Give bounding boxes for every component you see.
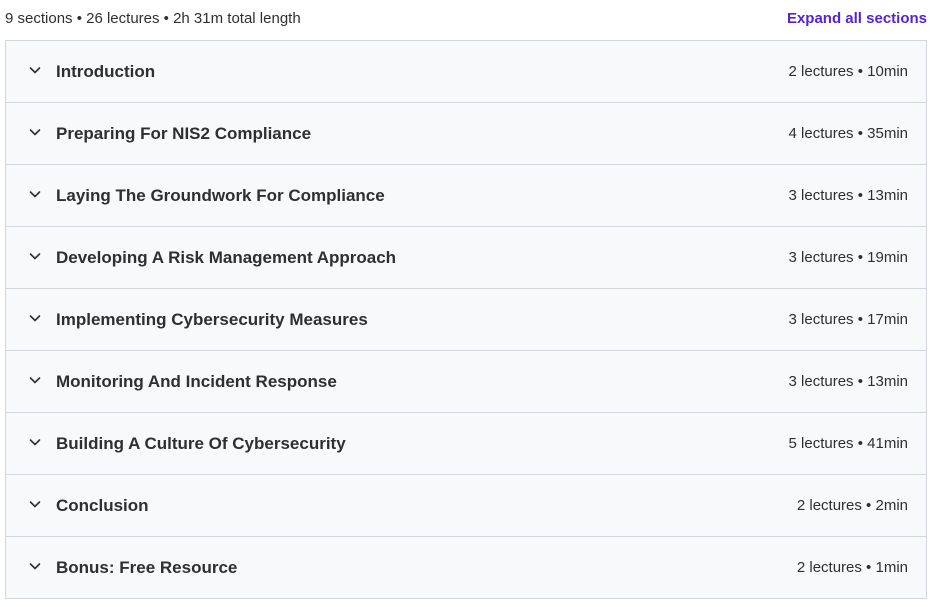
- course-summary: 9 sections • 26 lectures • 2h 31m total …: [5, 9, 301, 27]
- section-panel-culture-of-cybersecurity[interactable]: Building A Culture Of Cybersecurity 5 le…: [6, 413, 926, 475]
- chevron-down-icon: [28, 311, 42, 325]
- curriculum-header: 9 sections • 26 lectures • 2h 31m total …: [5, 0, 927, 36]
- section-meta: 3 lectures • 17min: [788, 311, 908, 328]
- section-title: Building A Culture Of Cybersecurity: [56, 433, 346, 453]
- section-panel-conclusion[interactable]: Conclusion 2 lectures • 2min: [6, 475, 926, 537]
- chevron-down-icon: [28, 559, 42, 573]
- section-meta: 2 lectures • 2min: [796, 497, 908, 514]
- section-title: Implementing Cybersecurity Measures: [56, 309, 368, 329]
- section-panel-introduction[interactable]: Introduction 2 lectures • 10min: [6, 41, 926, 103]
- curriculum-sections: Introduction 2 lectures • 10min Preparin…: [5, 40, 927, 599]
- section-meta: 4 lectures • 35min: [788, 125, 908, 142]
- chevron-down-icon: [28, 63, 42, 77]
- section-title: Bonus: Free Resource: [56, 557, 238, 577]
- section-panel-laying-the-groundwork[interactable]: Laying The Groundwork For Compliance 3 l…: [6, 165, 926, 227]
- section-title: Developing A Risk Management Approach: [56, 247, 397, 267]
- section-meta: 5 lectures • 41min: [788, 435, 908, 452]
- chevron-down-icon: [28, 187, 42, 201]
- chevron-down-icon: [28, 373, 42, 387]
- chevron-down-icon: [28, 249, 42, 263]
- expand-all-sections-button[interactable]: Expand all sections: [787, 10, 927, 27]
- section-meta: 3 lectures • 19min: [788, 249, 908, 266]
- chevron-down-icon: [28, 497, 42, 511]
- section-panel-preparing-for-nis2-compliance[interactable]: Preparing For NIS2 Compliance 4 lectures…: [6, 103, 926, 165]
- chevron-down-icon: [28, 435, 42, 449]
- section-title: Conclusion: [56, 495, 149, 515]
- section-panel-bonus-free-resource[interactable]: Bonus: Free Resource 2 lectures • 1min: [6, 537, 926, 598]
- section-panel-risk-management-approach[interactable]: Developing A Risk Management Approach 3 …: [6, 227, 926, 289]
- section-title: Introduction: [56, 61, 156, 81]
- section-panel-cybersecurity-measures[interactable]: Implementing Cybersecurity Measures 3 le…: [6, 289, 926, 351]
- section-title: Laying The Groundwork For Compliance: [56, 185, 385, 205]
- section-title: Monitoring And Incident Response: [56, 371, 337, 391]
- section-title: Preparing For NIS2 Compliance: [56, 123, 312, 143]
- section-meta: 3 lectures • 13min: [788, 373, 908, 390]
- chevron-down-icon: [28, 125, 42, 139]
- section-panel-monitoring-incident-response[interactable]: Monitoring And Incident Response 3 lectu…: [6, 351, 926, 413]
- section-meta: 2 lectures • 1min: [796, 559, 908, 576]
- section-meta: 2 lectures • 10min: [788, 63, 908, 80]
- section-meta: 3 lectures • 13min: [788, 187, 908, 204]
